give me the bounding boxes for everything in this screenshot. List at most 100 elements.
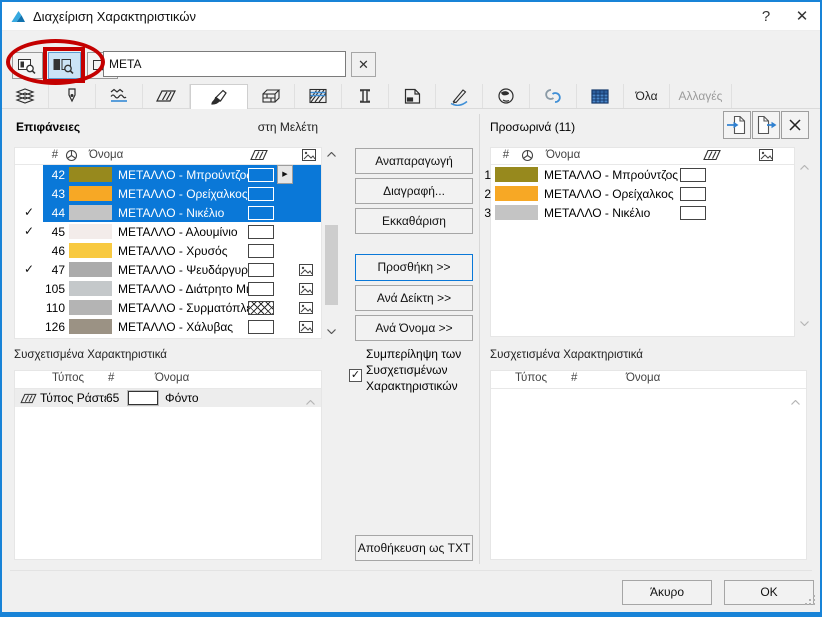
fill-preview[interactable] <box>248 319 274 334</box>
row-main: 44 ΜΕΤΑΛΛΟ - Νικέλιο <box>43 203 321 222</box>
table-row[interactable]: 1 ΜΕΤΑΛΛΟ - Μπρούντζος <box>484 165 794 184</box>
duplicate-button[interactable]: Αναπαραγωγή <box>355 148 473 174</box>
row-name: ΜΕΤΑΛΛΟ - Αλουμίνιο <box>118 224 238 239</box>
save-as-txt-button[interactable]: Αποθήκευση ως TXT <box>355 535 473 561</box>
cancel-button[interactable]: Άκυρο <box>622 580 712 605</box>
row-index: 45 <box>51 224 65 239</box>
table-row[interactable]: 43 ΜΕΤΑΛΛΟ - Ορείχαλκος <box>15 184 321 203</box>
scroll-down-button[interactable] <box>324 324 339 339</box>
search-mode-both-button[interactable] <box>48 52 81 79</box>
tab-schedules[interactable] <box>577 84 624 108</box>
color-swatch <box>495 167 538 182</box>
tab-fill-types[interactable] <box>143 84 190 108</box>
scroll-up-button[interactable] <box>324 147 339 162</box>
scroll-up-button[interactable] <box>303 395 317 409</box>
row-main: 110 ΜΕΤΑΛΛΟ - Συρματόπλεγμα <box>43 298 321 317</box>
fill-preview[interactable] <box>680 186 706 201</box>
include-associated-checkbox[interactable]: ✓ <box>349 369 362 382</box>
table-row[interactable]: Τύπος Ράστερ65 Φόντο <box>15 389 321 407</box>
table-row[interactable]: 3 ΜΕΤΑΛΛΟ - Νικέλιο <box>484 203 794 222</box>
table-row[interactable]: 110 ΜΕΤΑΛΛΟ - Συρματόπλεγμα <box>15 298 321 317</box>
tab-composites[interactable] <box>248 84 295 108</box>
right-associated-title: Συσχετισμένα Χαρακτηριστικά <box>490 349 643 361</box>
associated-header: Τύπος # Όνομα <box>15 371 321 389</box>
row-index: 44 <box>51 205 65 220</box>
search-input[interactable] <box>103 51 346 77</box>
tab-pens[interactable] <box>49 84 96 108</box>
tab-all[interactable]: Όλα <box>624 84 670 108</box>
tab-profiles[interactable] <box>342 84 389 108</box>
fill-preview[interactable] <box>248 300 274 315</box>
table-row[interactable]: ✓ 44 ΜΕΤΑΛΛΟ - Νικέλιο <box>15 203 321 222</box>
fill-preview[interactable] <box>248 262 274 277</box>
tab-zones[interactable] <box>389 84 436 108</box>
tab-markers[interactable] <box>436 84 483 108</box>
title-bar: Διαχείριση Χαρακτηριστικών ? ✕ <box>2 2 820 31</box>
fill-preview[interactable] <box>680 167 706 182</box>
scroll-up-button[interactable] <box>788 395 802 409</box>
tab-building-materials[interactable] <box>295 84 342 108</box>
color-swatch <box>69 243 112 258</box>
row-name: ΜΕΤΑΛΛΟ - Χάλυβας <box>118 319 234 334</box>
index-column-header: # <box>108 372 115 384</box>
color-swatch <box>69 167 112 182</box>
fill-popup-button[interactable]: ▶ <box>277 165 293 184</box>
row-checkmark <box>15 279 43 298</box>
fill-types-icon <box>154 86 178 106</box>
table-row[interactable]: ✓ 47 ΜΕΤΑΛΛΟ - Ψευδάργυρος <box>15 260 321 279</box>
delete-button[interactable]: Διαγραφή... <box>355 178 473 204</box>
by-name-button[interactable]: Ανά Όνομα >> <box>355 315 473 341</box>
table-row[interactable]: 126 ΜΕΤΑΛΛΟ - Χάλυβας <box>15 317 321 336</box>
by-index-button[interactable]: Ανά Δείκτη >> <box>355 285 473 311</box>
surfaces-scrollbar[interactable] <box>324 147 339 339</box>
row-checkmark <box>15 165 43 184</box>
layers-icon <box>13 86 37 106</box>
ok-button[interactable]: OK <box>724 580 814 605</box>
append-button[interactable]: Προσθήκη >> <box>355 254 473 281</box>
row-name: ΜΕΤΑΛΛΟ - Μπρούντζος <box>544 167 679 182</box>
fill-icon <box>250 149 268 161</box>
row-index: 105 <box>44 281 65 296</box>
table-row[interactable]: 2 ΜΕΤΑΛΛΟ - Ορείχαλκος <box>484 184 794 203</box>
clear-temporary-button[interactable] <box>781 111 809 139</box>
tab-line-types[interactable] <box>96 84 143 108</box>
scroll-up-button[interactable] <box>797 160 811 174</box>
table-row[interactable]: 46 ΜΕΤΑΛΛΟ - Χρυσός <box>15 241 321 260</box>
fill-preview[interactable] <box>248 224 274 239</box>
grid-icon <box>588 86 612 106</box>
fill-preview[interactable] <box>248 243 274 258</box>
scroll-down-button[interactable] <box>797 316 811 330</box>
fill-preview[interactable] <box>248 186 274 201</box>
fill-type-icon <box>20 393 37 404</box>
fill-preview[interactable] <box>248 205 274 220</box>
fill-preview[interactable] <box>248 281 274 296</box>
clear-search-button[interactable]: ✕ <box>351 52 376 77</box>
table-row[interactable]: 105 ΜΕΤΑΛΛΟ - Διάτρητο Μικ... <box>15 279 321 298</box>
table-row[interactable]: 42 ΜΕΤΑΛΛΟ - Μπρούντζος ▶ <box>15 165 321 184</box>
save-file-button[interactable] <box>752 111 780 139</box>
tab-surfaces[interactable] <box>190 84 248 109</box>
color-swatch[interactable] <box>128 391 158 405</box>
row-name: ΜΕΤΑΛΛΟ - Ψευδάργυρος <box>118 262 248 277</box>
close-icon <box>788 118 802 132</box>
tab-layers[interactable] <box>2 84 49 108</box>
row-index: 1 <box>484 167 491 182</box>
attribute-manager-dialog: Διαχείριση Χαρακτηριστικών ? ✕ ΜΕΤΑ ✕ Όλ… <box>0 0 822 617</box>
tab-cities[interactable] <box>483 84 530 108</box>
scroll-thumb[interactable] <box>325 225 338 305</box>
name-column-header: Όνομα <box>155 372 190 384</box>
table-row[interactable]: ✓ 45 ΜΕΤΑΛΛΟ - Αλουμίνιο <box>15 222 321 241</box>
paintbrush-icon <box>207 87 231 107</box>
fill-preview[interactable] <box>248 167 274 182</box>
ibeam-icon <box>353 86 377 106</box>
building-materials-icon <box>306 86 330 106</box>
open-file-button[interactable] <box>723 111 751 139</box>
search-mode-first-button[interactable] <box>12 52 43 79</box>
fill-preview[interactable] <box>680 205 706 220</box>
attribute-type-tabs: Όλα Αλλαγές <box>2 84 820 109</box>
left-associated-title: Συσχετισμένα Χαρακτηριστικά <box>14 349 167 361</box>
tab-operation-profiles[interactable] <box>530 84 577 108</box>
purge-button[interactable]: Εκκαθάριση <box>355 208 473 234</box>
help-button[interactable]: ? <box>748 3 784 30</box>
close-button[interactable]: ✕ <box>784 3 820 30</box>
